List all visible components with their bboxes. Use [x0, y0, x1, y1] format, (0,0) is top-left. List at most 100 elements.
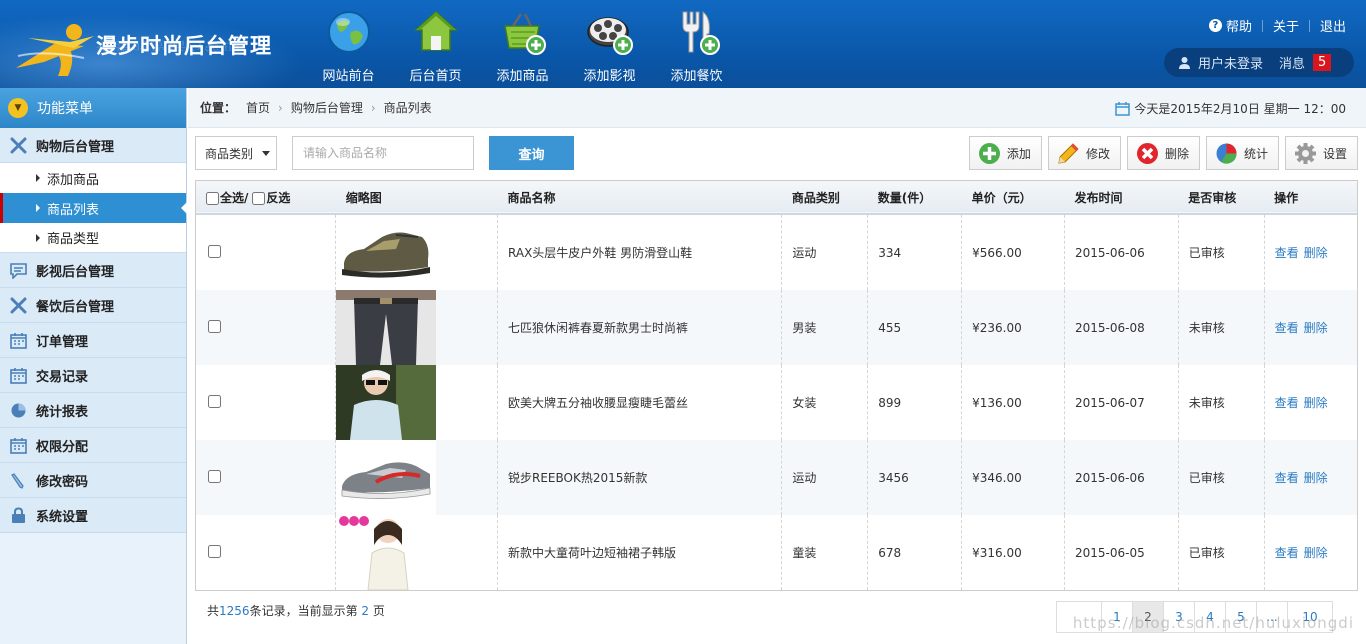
delete-button[interactable]: 删除 [1126, 136, 1200, 170]
caret-right-icon [36, 233, 40, 242]
edit-button[interactable]: 修改 [1047, 136, 1121, 170]
divider [1308, 19, 1310, 32]
help-icon: ? [1208, 19, 1222, 32]
sidebar-item-product-list[interactable]: 商品列表 [0, 193, 187, 223]
sidebar-group-film[interactable]: 影视后台管理 [0, 253, 186, 288]
sidebar-group-orders[interactable]: 订单管理 [0, 323, 186, 358]
toolbar: 商品类别 查询 添加 修改 删除 统计 设置 [195, 136, 1358, 172]
delete-link[interactable]: 删除 [1304, 246, 1328, 260]
nav-admin-home[interactable]: 后台首页 [392, 8, 479, 86]
sidebar-group-password[interactable]: 修改密码 [0, 463, 186, 498]
breadcrumb-label: 位置： [200, 101, 237, 115]
settings-button-label: 设置 [1322, 146, 1347, 161]
messages-link[interactable]: 消息 [1279, 53, 1305, 72]
product-qty: 678 [867, 515, 963, 590]
breadcrumb-item-home[interactable]: 首页 [246, 99, 270, 116]
row-checkbox[interactable] [208, 544, 221, 558]
tools-icon [10, 297, 27, 313]
table-header-row: 全选/反选 缩略图 商品名称 商品类别 数量(件） 单价（元） 发布时间 是否审… [196, 181, 1357, 214]
stats-button[interactable]: 统计 [1205, 136, 1279, 170]
view-link[interactable]: 查看 [1275, 321, 1299, 335]
delete-circle-icon [1136, 142, 1158, 164]
sidebar-header: ▼ 功能菜单 [0, 88, 186, 128]
sidebar-group-label: 订单管理 [36, 334, 89, 350]
top-header: 漫步时尚后台管理 漫步时尚后台管理 网站前台 后台首页 添加商品 添加影视 添加… [0, 0, 1366, 88]
view-link[interactable]: 查看 [1275, 471, 1299, 485]
category-select[interactable]: 商品类别 [195, 136, 277, 170]
lace-top-image [336, 365, 437, 440]
product-qty: 455 [867, 290, 963, 365]
help-link[interactable]: 帮助 [1226, 16, 1252, 35]
globe-icon [327, 11, 370, 53]
nav-add-film[interactable]: 添加影视 [566, 8, 653, 86]
add-button[interactable]: 添加 [968, 136, 1042, 170]
product-name: 七匹狼休闲裤春夏新款男士时尚裤 [497, 290, 783, 365]
product-review: 已审核 [1178, 440, 1265, 515]
sidebar-group-label: 系统设置 [36, 509, 89, 525]
sidebar-item-label: 商品列表 [47, 202, 100, 218]
product-category: 运动 [781, 440, 869, 515]
delete-link[interactable]: 删除 [1304, 321, 1328, 335]
sidebar-group-label: 餐饮后台管理 [36, 299, 115, 315]
select-all-label[interactable]: 全选/ [220, 191, 248, 205]
delete-link[interactable]: 删除 [1304, 396, 1328, 410]
exit-link[interactable]: 退出 [1320, 16, 1346, 35]
sidebar-group-label: 购物后台管理 [36, 139, 115, 155]
sidebar-group-dining[interactable]: 餐饮后台管理 [0, 288, 186, 323]
breadcrumb: 位置： 首页 › 购物后台管理 › 商品列表 今天是2015年2月10日 星期一… [188, 88, 1366, 128]
nav-add-dining[interactable]: 添加餐饮 [653, 8, 740, 86]
settings-button[interactable]: 设置 [1284, 136, 1358, 170]
product-price: ¥346.00 [961, 440, 1065, 515]
sidebar-group-shopping[interactable]: 购物后台管理 [0, 128, 186, 163]
table-row: RAX头层牛皮户外鞋 男防滑登山鞋 运动 334 ¥566.00 2015-06… [196, 214, 1357, 290]
review-column-header: 是否审核 [1188, 190, 1237, 205]
row-checkbox[interactable] [208, 319, 221, 333]
invert-selection-checkbox[interactable] [252, 191, 266, 205]
category-select-value: 商品类别 [205, 146, 254, 161]
sidebar-group-settings[interactable]: 系统设置 [0, 498, 186, 533]
row-checkbox[interactable] [208, 394, 221, 408]
user-status[interactable]: 用户未登录 [1198, 53, 1263, 72]
nav-label: 网站前台 [322, 69, 375, 84]
thumb-column-header: 缩略图 [345, 190, 382, 205]
nav-add-product[interactable]: 添加商品 [479, 8, 566, 86]
current-page-number: 2 [361, 604, 370, 618]
sidebar: ▼ 功能菜单 购物后台管理 添加商品 商品列表 商品类型 影视后台管理 餐饮后台… [0, 88, 187, 644]
sidebar-group-reports[interactable]: 统计报表 [0, 393, 186, 428]
sidebar-group-label: 影视后台管理 [36, 264, 115, 280]
sidebar-item-label: 商品类型 [47, 232, 100, 247]
query-button[interactable]: 查询 [489, 136, 574, 170]
breadcrumb-item-shopping[interactable]: 购物后台管理 [291, 99, 363, 116]
view-link[interactable]: 查看 [1275, 246, 1299, 260]
row-checkbox[interactable] [208, 244, 221, 258]
about-link[interactable]: 关于 [1273, 16, 1299, 35]
edit-button-label: 修改 [1085, 146, 1110, 161]
nav-label: 添加餐饮 [670, 69, 723, 84]
sidebar-item-label: 添加商品 [47, 172, 100, 188]
ops-column-header: 操作 [1274, 190, 1299, 205]
invert-selection-label[interactable]: 反选 [266, 191, 290, 205]
delete-link[interactable]: 删除 [1304, 546, 1328, 560]
sidebar-item-product-type[interactable]: 商品类型 [0, 223, 186, 253]
table-row: 欧美大牌五分袖收腰显瘦睫毛蕾丝 女装 899 ¥136.00 2015-06-0… [196, 365, 1357, 440]
pie-icon [11, 403, 26, 417]
view-link[interactable]: 查看 [1275, 546, 1299, 560]
product-price: ¥566.00 [961, 214, 1065, 290]
product-table: 全选/反选 缩略图 商品名称 商品类别 数量(件） 单价（元） 发布时间 是否审… [195, 180, 1358, 591]
view-link[interactable]: 查看 [1275, 396, 1299, 410]
record-summary: 共1256条记录，当前显示第 2 页 [207, 602, 385, 619]
nav-site-front[interactable]: 网站前台 [305, 8, 392, 86]
delete-link[interactable]: 删除 [1304, 471, 1328, 485]
product-category: 童装 [781, 515, 869, 590]
search-input[interactable] [292, 136, 474, 170]
sidebar-group-label: 权限分配 [36, 439, 89, 455]
select-all-checkbox[interactable] [206, 191, 219, 205]
sidebar-group-permissions[interactable]: 权限分配 [0, 428, 186, 463]
calendar-icon [10, 367, 27, 384]
logo-reflection: 漫步时尚后台管理 [96, 39, 240, 52]
sidebar-item-add-product[interactable]: 添加商品 [0, 163, 186, 193]
date-text: 今天是2015年2月10日 星期一 12：00 [1134, 102, 1346, 116]
top-links: ? 帮助 关于 退出 [1208, 16, 1346, 35]
sidebar-group-transactions[interactable]: 交易记录 [0, 358, 186, 393]
row-checkbox[interactable] [208, 469, 221, 483]
